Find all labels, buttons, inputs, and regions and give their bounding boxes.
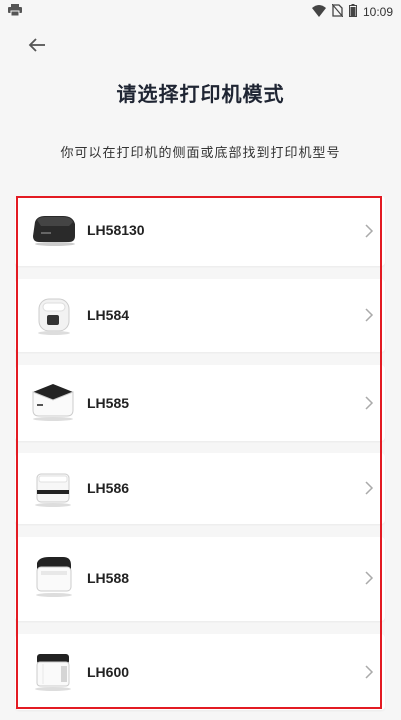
printer-item-lh586[interactable]: LH586 (15, 453, 385, 524)
page-title: 请选择打印机模式 (116, 82, 285, 106)
chevron-right-icon (363, 480, 375, 496)
printer-thumbnail-icon (29, 208, 77, 252)
printer-model-label: LH588 (87, 570, 130, 586)
printer-model-label: LH58130 (87, 222, 145, 238)
printer-item-lh600[interactable]: LH600 (15, 634, 385, 710)
back-button[interactable] (22, 32, 52, 58)
printer-thumbnail-icon (29, 293, 77, 337)
printer-item-lh585[interactable]: LH585 (15, 365, 385, 441)
printer-item-lh58130[interactable]: LH58130 (15, 196, 385, 266)
no-sim-icon (331, 2, 344, 21)
chevron-right-icon (363, 570, 375, 586)
printer-item-lh584[interactable]: LH584 (15, 279, 385, 352)
printer-thumbnail-icon (29, 555, 77, 599)
chevron-right-icon (363, 223, 375, 239)
wifi-icon (311, 2, 326, 21)
printer-model-label: LH586 (87, 480, 130, 496)
page-subtitle: 你可以在打印机的侧面或底部找到打印机型号 (60, 146, 341, 161)
battery-icon (348, 2, 357, 21)
printer-model-label: LH585 (87, 395, 130, 411)
printer-icon (8, 2, 22, 21)
printer-thumbnail-icon (29, 466, 77, 510)
status-bar: 10:09 (0, 0, 401, 21)
chevron-right-icon (363, 395, 375, 411)
printer-item-lh588[interactable]: LH588 (15, 537, 385, 621)
chevron-right-icon (363, 307, 375, 323)
status-time: 10:09 (362, 4, 393, 19)
printer-model-label: LH600 (87, 664, 130, 680)
printer-thumbnail-icon (29, 380, 77, 424)
printer-thumbnail-icon (29, 650, 77, 694)
printer-model-label: LH584 (87, 307, 130, 323)
arrow-left-icon (28, 38, 45, 52)
chevron-right-icon (363, 664, 375, 680)
